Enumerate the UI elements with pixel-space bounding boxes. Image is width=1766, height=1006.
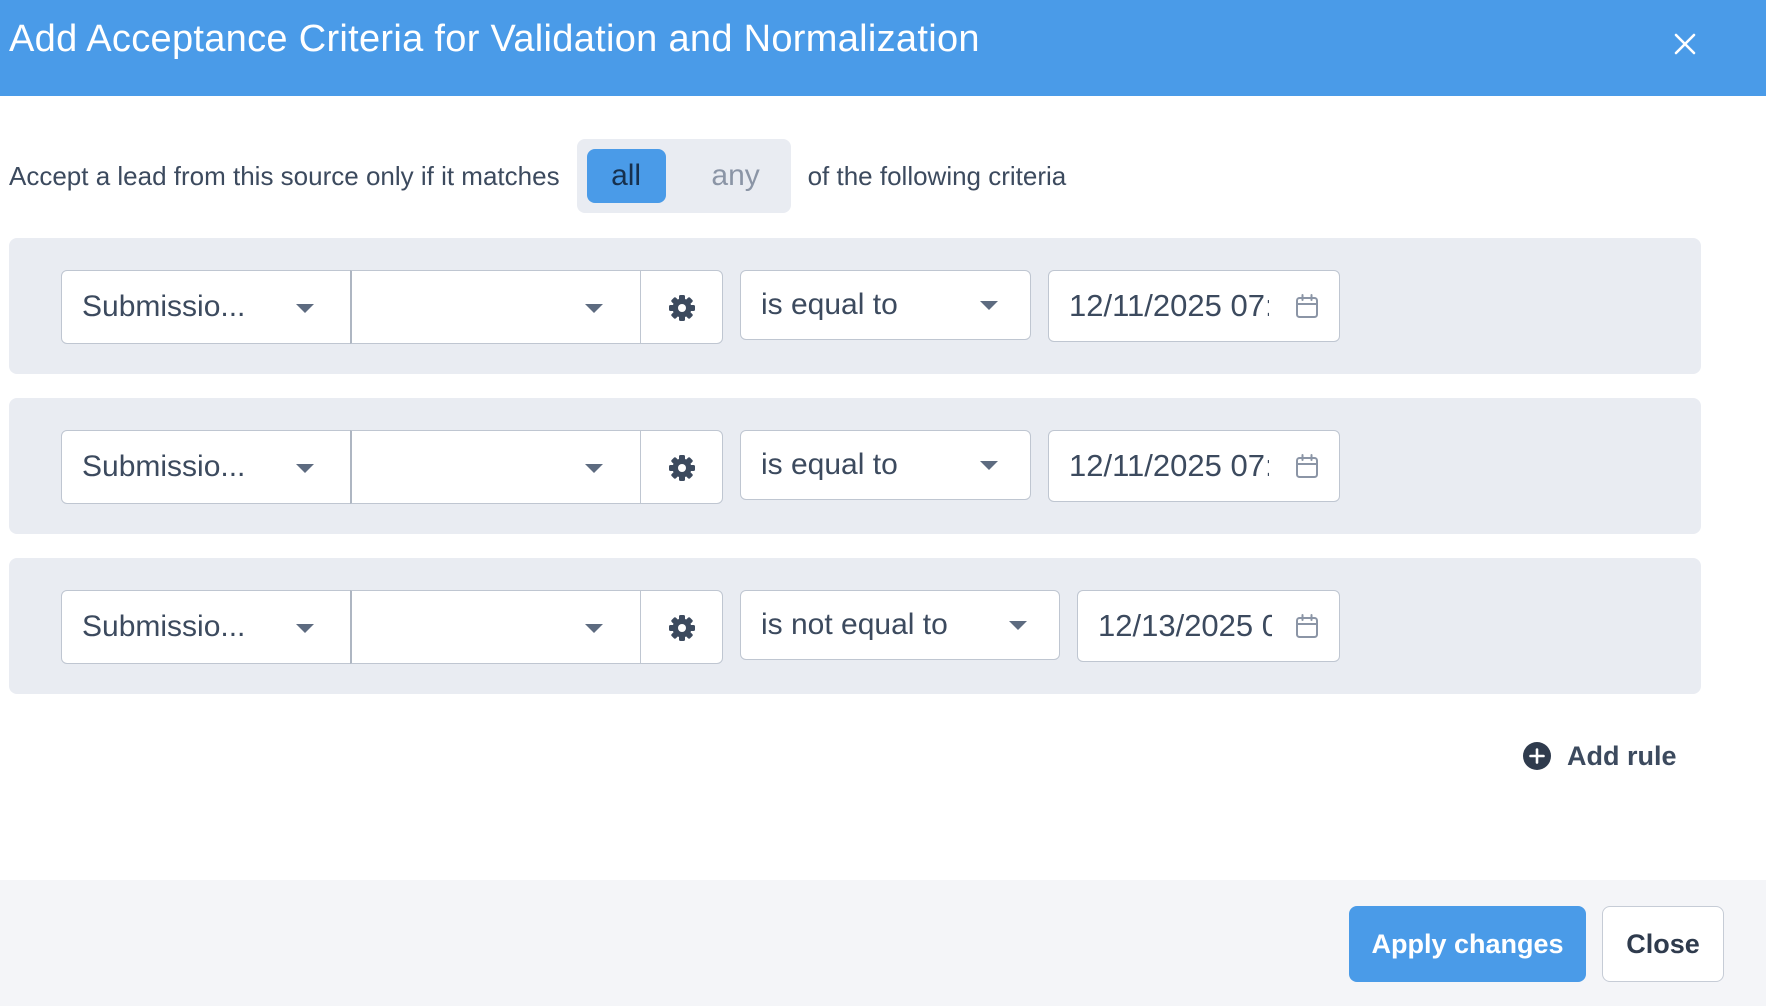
rule-row: Submissio... is equal to 12/11/2025 07:1 <box>9 398 1701 534</box>
field-select[interactable]: Submissio... <box>61 590 351 664</box>
match-prefix-text: Accept a lead from this source only if i… <box>9 160 560 191</box>
chevron-down-icon <box>296 304 314 313</box>
add-rule-button[interactable]: Add rule <box>1522 736 1677 776</box>
match-mode-toggle: all any <box>576 139 791 213</box>
calendar-icon[interactable] <box>1293 453 1321 481</box>
dialog-title: Add Acceptance Criteria for Validation a… <box>9 18 980 60</box>
calendar-icon[interactable] <box>1293 293 1321 321</box>
date-input-value: 12/11/2025 07:1 <box>1069 448 1269 483</box>
field-select-value: Submissio... <box>82 290 246 323</box>
close-button[interactable]: Close <box>1602 906 1724 982</box>
rule-settings-button[interactable] <box>640 590 723 664</box>
operator-select[interactable]: is equal to <box>740 430 1031 500</box>
field-select[interactable]: Submissio... <box>61 430 351 504</box>
gear-icon <box>669 295 695 321</box>
date-input-value: 12/11/2025 07:1 <box>1069 288 1269 323</box>
gear-icon <box>669 455 695 481</box>
chevron-down-icon <box>980 301 998 310</box>
rule-row: Submissio... is equal to 12/11/2025 07:1 <box>9 238 1701 374</box>
operator-select-value: is not equal to <box>761 608 948 641</box>
field-select-value: Submissio... <box>82 450 246 483</box>
chevron-down-icon <box>296 624 314 633</box>
chevron-down-icon <box>585 464 603 473</box>
chevron-down-icon <box>585 624 603 633</box>
date-input[interactable]: 12/13/2025 0 <box>1077 590 1340 662</box>
gear-icon <box>669 615 695 641</box>
add-rule-label: Add rule <box>1567 740 1677 771</box>
match-any-option[interactable]: any <box>696 149 776 203</box>
date-input-value: 12/13/2025 0 <box>1098 608 1272 643</box>
subfield-select[interactable] <box>350 430 641 504</box>
rule-settings-button[interactable] <box>640 430 723 504</box>
close-icon[interactable] <box>1665 24 1705 64</box>
subfield-select[interactable] <box>350 590 641 664</box>
subfield-select[interactable] <box>350 270 641 344</box>
date-input[interactable]: 12/11/2025 07:1 <box>1048 430 1340 502</box>
operator-select[interactable]: is not equal to <box>740 590 1060 660</box>
field-select[interactable]: Submissio... <box>61 270 351 344</box>
rule-row: Submissio... is not equal to 12/13/2025 … <box>9 558 1701 694</box>
field-select-value: Submissio... <box>82 610 246 643</box>
chevron-down-icon <box>585 304 603 313</box>
apply-changes-button[interactable]: Apply changes <box>1349 906 1586 982</box>
rule-settings-button[interactable] <box>640 270 723 344</box>
match-suffix-text: of the following criteria <box>807 160 1067 191</box>
dialog-header: Add Acceptance Criteria for Validation a… <box>0 0 1766 96</box>
calendar-icon[interactable] <box>1293 613 1321 641</box>
operator-select-value: is equal to <box>761 288 898 321</box>
plus-circle-icon <box>1523 742 1551 770</box>
operator-select[interactable]: is equal to <box>740 270 1031 340</box>
chevron-down-icon <box>296 464 314 473</box>
operator-select-value: is equal to <box>761 448 898 481</box>
match-criteria-line: Accept a lead from this source only if i… <box>9 139 1066 213</box>
match-all-option[interactable]: all <box>586 149 666 203</box>
chevron-down-icon <box>980 461 998 470</box>
chevron-down-icon <box>1009 621 1027 630</box>
date-input[interactable]: 12/11/2025 07:1 <box>1048 270 1340 342</box>
